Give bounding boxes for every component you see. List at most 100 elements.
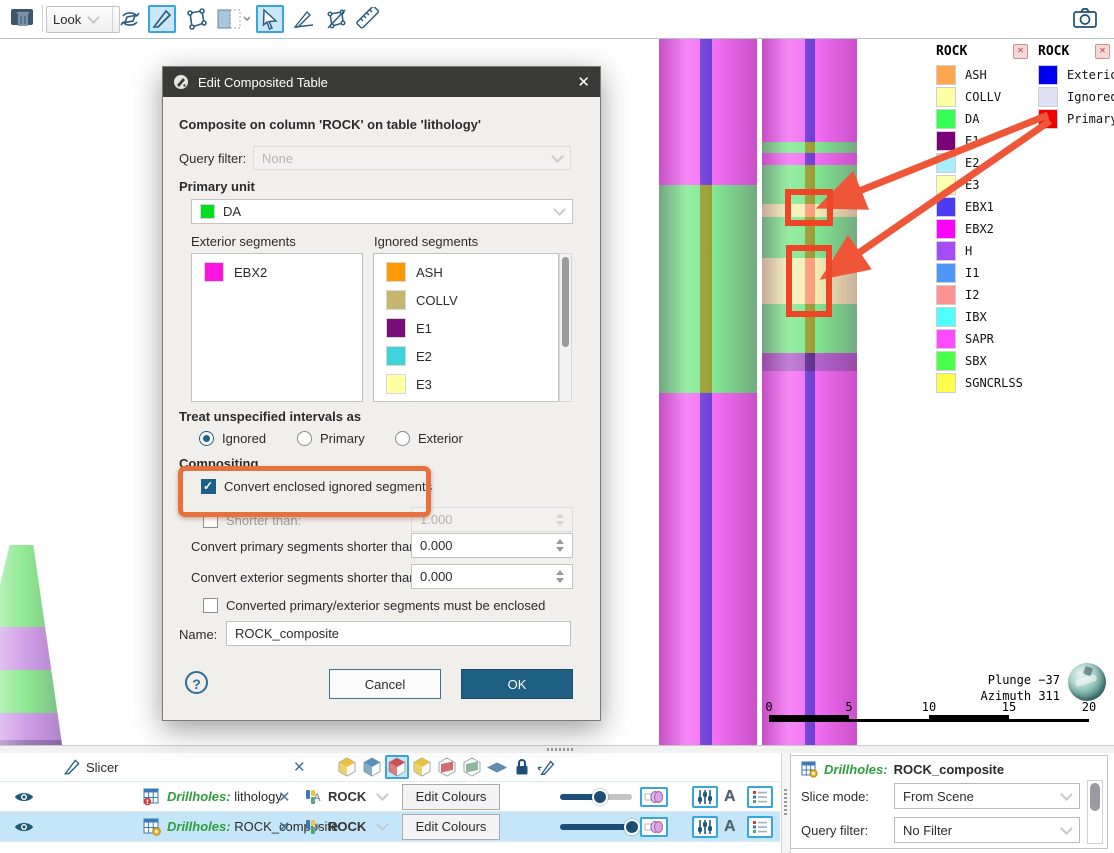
exterior-segments-list[interactable]: EBX2	[191, 253, 363, 402]
annotation-highlight-box	[178, 466, 431, 517]
dialog-titlebar[interactable]: Edit Composited Table ✕	[163, 67, 600, 97]
slider-knob[interactable]	[592, 789, 608, 805]
legend-item: E3	[936, 174, 1041, 196]
slicer-mode-cube-icon[interactable]	[335, 755, 359, 779]
ruler-icon[interactable]	[354, 5, 382, 33]
legend-close-icon[interactable]: ✕	[1013, 44, 1028, 59]
help-button[interactable]: ?	[185, 671, 208, 694]
inner-drillhole-stripe	[805, 142, 815, 153]
slicer-mode-cube-icon[interactable]	[360, 755, 384, 779]
rotate-slicer-icon[interactable]	[116, 5, 144, 33]
convert-primary-input[interactable]: 0.000	[411, 533, 573, 558]
polygon-slash-icon[interactable]	[322, 5, 350, 33]
remove-icon[interactable]: ✕	[278, 788, 291, 806]
convert-exterior-input[interactable]: 0.000	[411, 564, 573, 589]
clear-scene-icon[interactable]	[8, 5, 38, 33]
segment-list-item[interactable]: E2	[374, 342, 558, 370]
inner-drillhole-stripe	[805, 371, 815, 745]
look-dropdown[interactable]: Look	[46, 6, 120, 33]
draw-slice-line-icon[interactable]	[290, 5, 318, 33]
radio-primary[interactable]: Primary	[297, 431, 365, 446]
segment-list-item[interactable]: EBX2	[192, 258, 362, 286]
legend-item-label: ASH	[965, 68, 987, 82]
cylinder-display-toggle[interactable]	[640, 787, 668, 807]
edit-colours-button[interactable]: Edit Colours	[402, 784, 500, 810]
exterior-segments-label: Exterior segments	[191, 234, 296, 249]
slicer-mode-cube-icon[interactable]	[385, 755, 409, 779]
remove-icon[interactable]: ✕	[278, 818, 291, 836]
slicer-mode-cube-icon[interactable]	[410, 755, 434, 779]
slicer-mode-lock-icon[interactable]	[510, 755, 534, 779]
scrollbar-thumb[interactable]	[1090, 783, 1100, 811]
colour-column-dropdown[interactable]: ROCK	[328, 789, 366, 804]
radio-icon[interactable]	[395, 431, 410, 446]
compass-ball[interactable]	[1068, 663, 1106, 701]
cancel-button[interactable]: Cancel	[329, 669, 441, 699]
chevron-down-icon	[1060, 822, 1073, 835]
slicer-mode-plane-icon[interactable]	[460, 755, 484, 779]
legend-rock-composite: ROCK ✕ ExteriorIgnoredPrimary	[1038, 44, 1114, 130]
ignored-segments-list[interactable]: ASHCOLLVE1E2E3	[373, 253, 559, 402]
radio-ignored[interactable]: Ignored	[199, 431, 266, 446]
props-query-filter-dropdown[interactable]: No Filter	[894, 817, 1080, 843]
legend-close-icon[interactable]: ✕	[1095, 44, 1110, 59]
slicer-tool-icon[interactable]	[148, 5, 176, 33]
edit-composited-table-dialog: Edit Composited Table ✕ Composite on col…	[162, 66, 601, 721]
shape-list-panel: Slicer ✕ Drillholes: lithology✕AROCKEdit…	[0, 753, 1114, 853]
convert-primary-label: Convert primary segments shorter than:	[191, 539, 420, 554]
visibility-eye-icon[interactable]	[14, 790, 34, 804]
opacity-slider[interactable]	[560, 794, 632, 800]
plunge-value: Plunge −37	[900, 672, 1060, 688]
filters-toggle[interactable]	[692, 786, 718, 808]
table-gear-icon	[143, 818, 161, 836]
props-scrollbar[interactable]	[1087, 780, 1103, 844]
camera-icon[interactable]	[1072, 6, 1098, 30]
cylinder-display-toggle[interactable]	[640, 817, 668, 837]
remove-icon[interactable]: ✕	[293, 758, 306, 776]
ok-button[interactable]: OK	[461, 669, 573, 699]
lithology-band	[659, 39, 757, 185]
labels-toggle[interactable]: A	[724, 788, 736, 806]
drillholes-rock-composite-row[interactable]: Drillholes: ROCK_composite✕AROCKEdit Col…	[0, 812, 780, 842]
radio-icon[interactable]	[199, 431, 214, 446]
legend-swatch	[936, 263, 956, 283]
labels-toggle[interactable]: A	[724, 818, 736, 836]
legend-item: E1	[936, 130, 1041, 152]
segment-list-item[interactable]: ASH	[374, 258, 558, 286]
radio-icon[interactable]	[297, 431, 312, 446]
edit-colours-button[interactable]: Edit Colours	[402, 814, 500, 840]
lithology-band	[762, 258, 857, 304]
select-cursor-icon[interactable]	[256, 5, 284, 33]
checkbox-icon[interactable]	[203, 598, 218, 613]
must-enclosed-checkbox[interactable]: Converted primary/exterior segments must…	[203, 598, 545, 613]
primary-unit-dropdown[interactable]: DA	[191, 199, 573, 224]
opacity-slider[interactable]	[560, 824, 632, 830]
slicer-mode-plane-icon[interactable]	[435, 755, 459, 779]
dialog-close-icon[interactable]: ✕	[577, 73, 590, 91]
segment-list-item[interactable]: COLLV	[374, 286, 558, 314]
table-gear-icon	[801, 761, 818, 778]
radio-exterior[interactable]: Exterior	[395, 431, 463, 446]
ignored-list-scrollbar[interactable]	[559, 253, 572, 402]
segment-list-item[interactable]: E3	[374, 370, 558, 398]
slicer-mode-flat-icon[interactable]	[485, 755, 509, 779]
legend-item-label: H	[965, 244, 972, 258]
slice-box-icon[interactable]	[214, 5, 252, 33]
legend-toggle[interactable]	[747, 786, 773, 808]
legend-toggle[interactable]	[747, 816, 773, 838]
scrollbar-thumb[interactable]	[562, 257, 569, 347]
filters-toggle[interactable]	[692, 816, 718, 838]
slicer-row[interactable]: Slicer ✕	[0, 753, 780, 782]
legend-item: EBX1	[936, 196, 1041, 218]
lithology-band	[762, 304, 857, 353]
slicer-mode-wand-icon[interactable]	[535, 755, 559, 779]
polygon-tool-icon[interactable]	[182, 5, 210, 33]
colour-column-dropdown[interactable]: ROCK	[328, 819, 366, 834]
drillholes-lithology-row[interactable]: Drillholes: lithology✕AROCKEdit ColoursA	[0, 782, 780, 812]
name-input[interactable]: ROCK_composite	[226, 621, 571, 646]
visibility-eye-icon[interactable]	[14, 820, 34, 834]
column-type-icon: A	[305, 819, 323, 835]
slider-knob[interactable]	[624, 819, 640, 835]
segment-list-item[interactable]: E1	[374, 314, 558, 342]
slice-mode-dropdown[interactable]: From Scene	[894, 783, 1080, 809]
